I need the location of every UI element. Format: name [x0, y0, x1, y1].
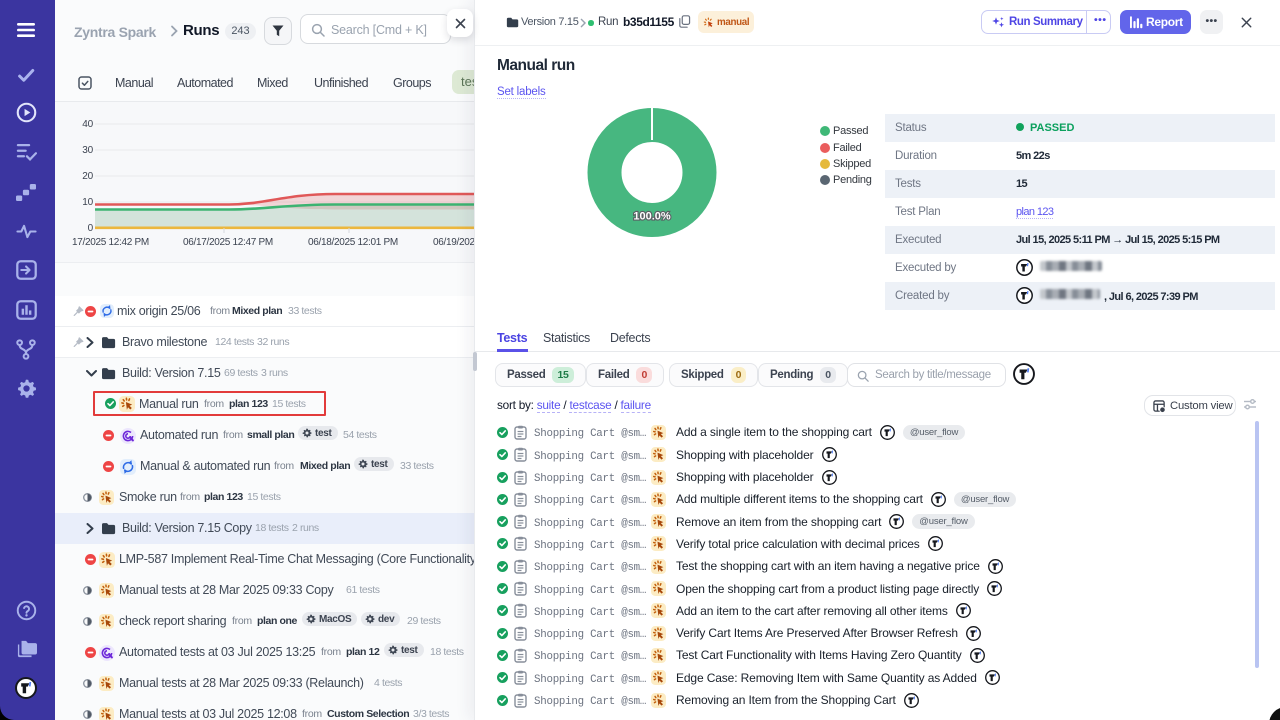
- svg-text:100.0%: 100.0%: [633, 211, 671, 223]
